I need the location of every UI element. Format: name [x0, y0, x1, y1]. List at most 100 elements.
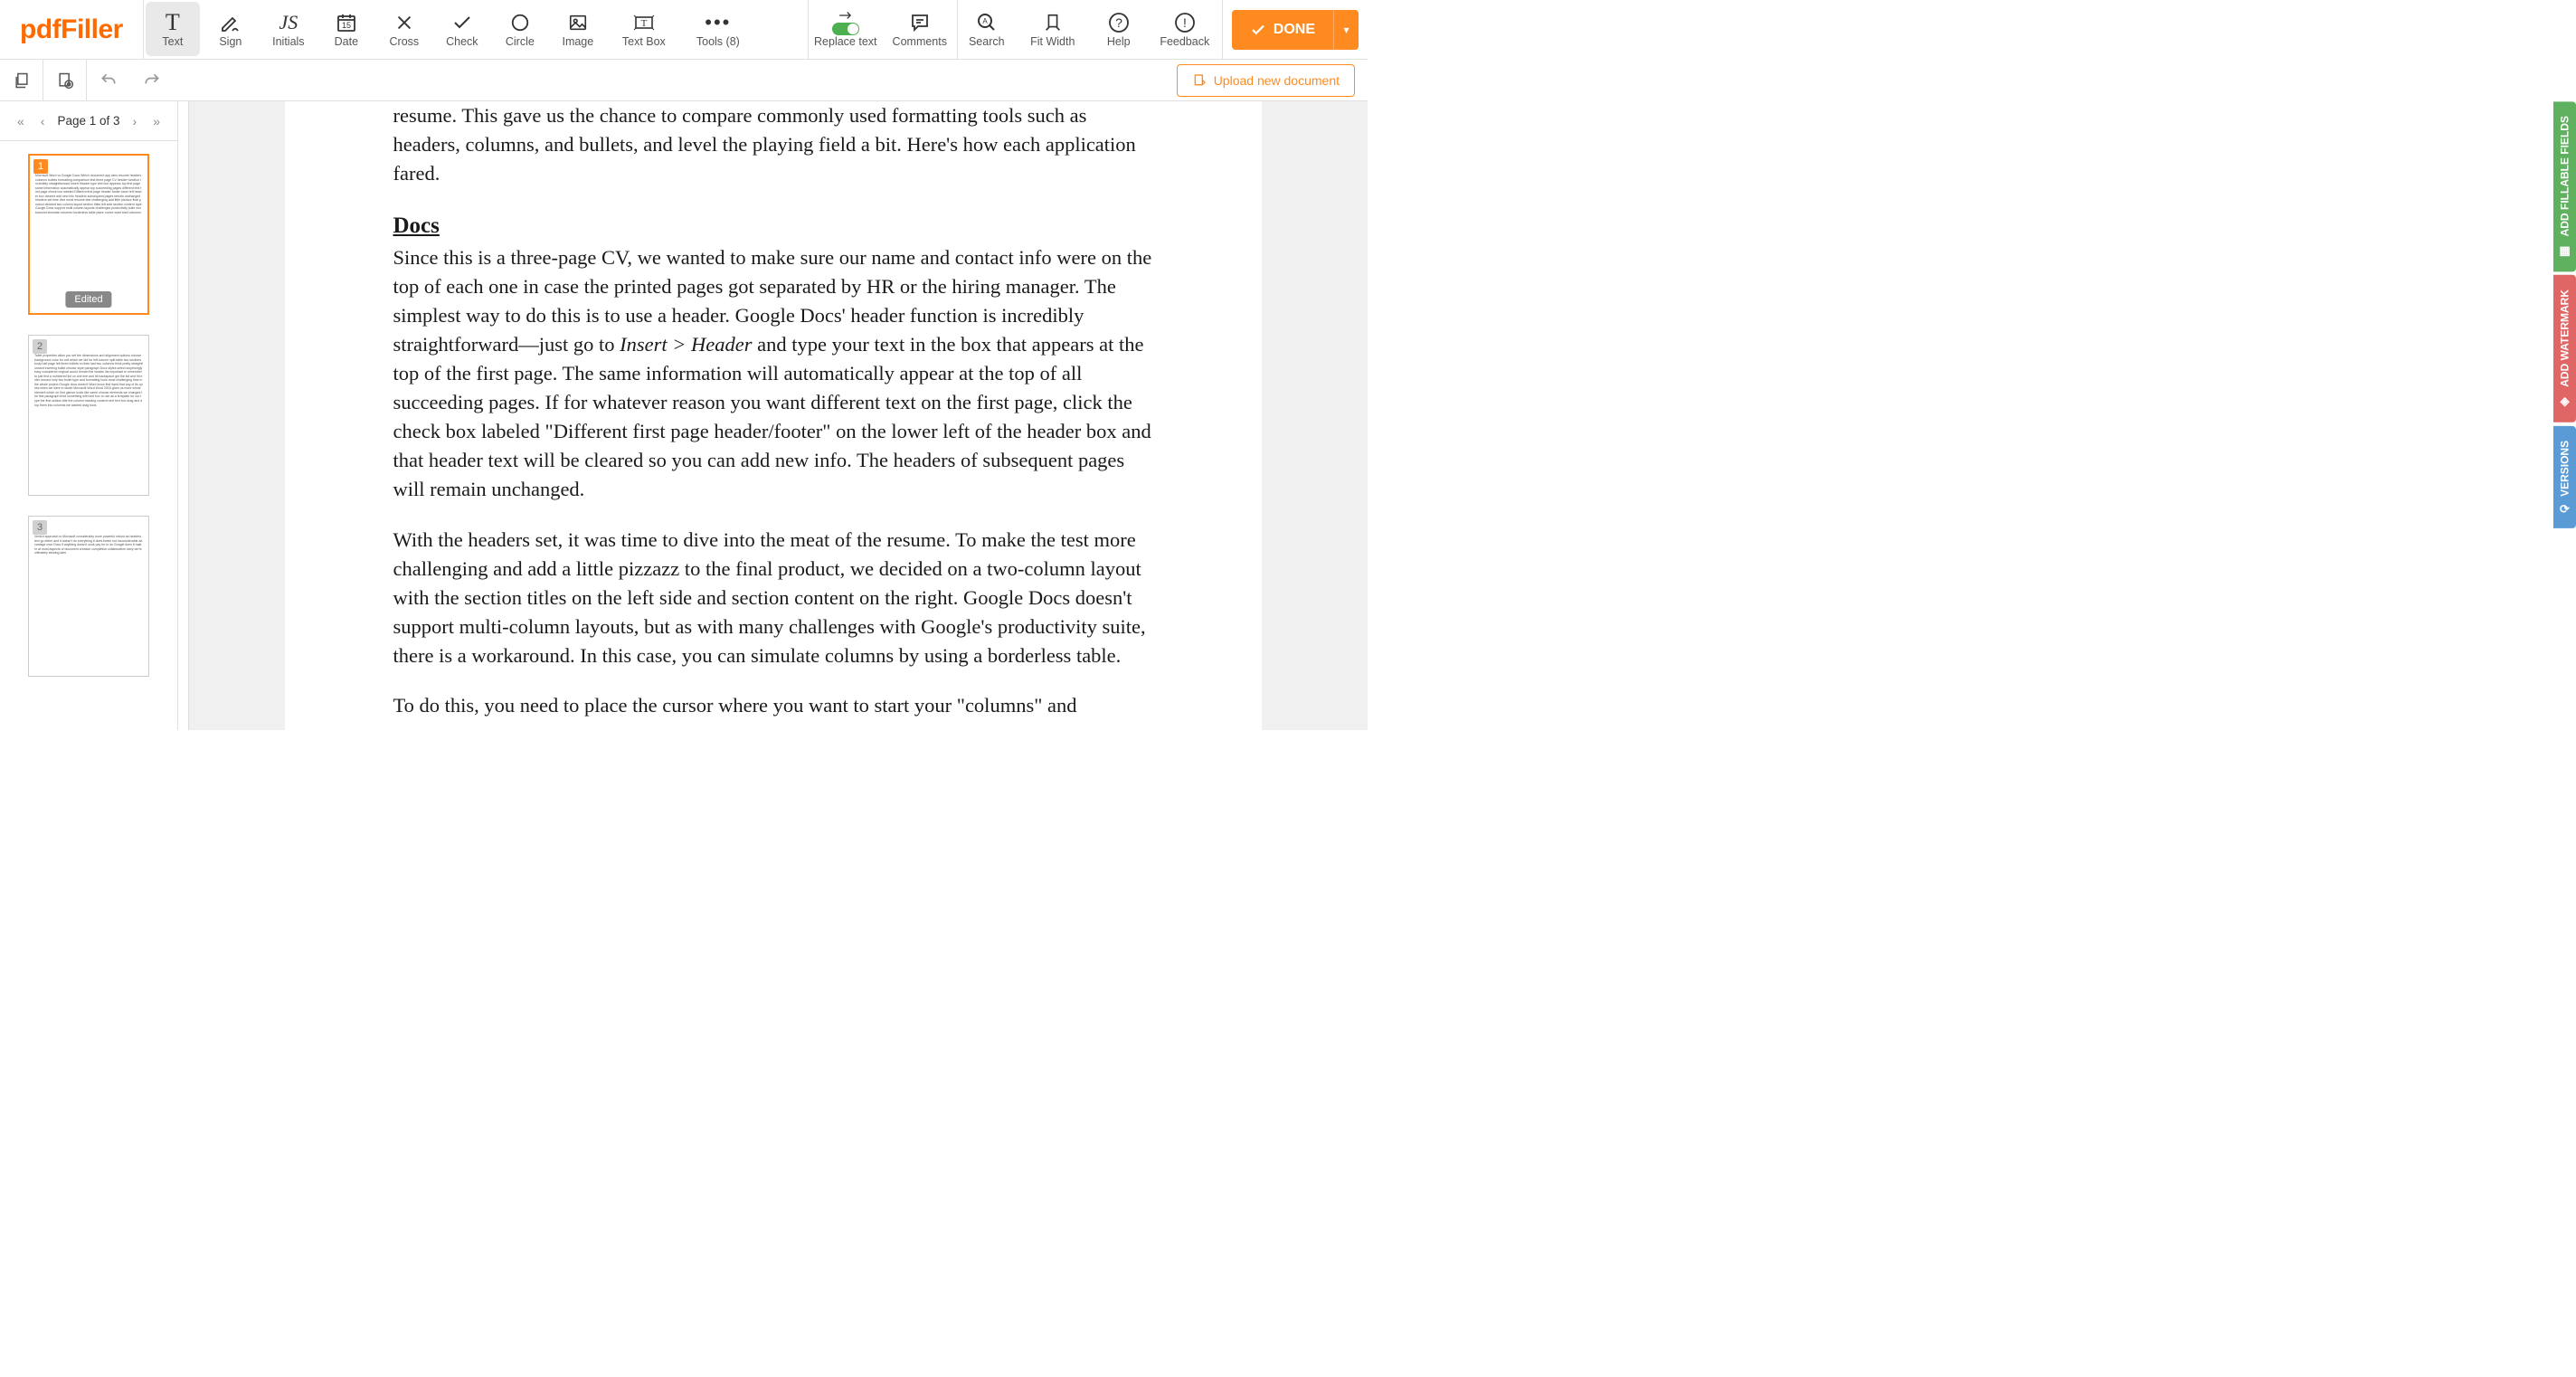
sign-label: Sign	[219, 35, 242, 48]
paragraph: With the headers set, it was time to div…	[393, 526, 1153, 670]
toggle-icon	[832, 10, 859, 35]
edited-badge: Edited	[65, 291, 111, 308]
watermark-icon: ◈	[2558, 394, 2571, 408]
chevron-down-icon: ▾	[1343, 24, 1349, 36]
initials-tool[interactable]: JS Initials	[260, 0, 317, 58]
thumb-number: 2	[33, 339, 47, 354]
page-navigator: « ‹ Page 1 of 3 › »	[0, 101, 177, 141]
document-page[interactable]: resume. This gave us the chance to compa…	[285, 101, 1262, 730]
right-tools-2: A Search Fit Width ? Help ! Feedback	[957, 0, 1222, 59]
logo: pdfFiller	[0, 14, 143, 45]
cross-icon	[394, 10, 414, 35]
page-sidebar: « ‹ Page 1 of 3 › » 1 Microsoft Word vs …	[0, 101, 178, 730]
page-thumbnail-2[interactable]: 2 Table properties allow you set the dim…	[28, 335, 149, 496]
redo-icon	[143, 71, 161, 90]
fit-icon	[1043, 10, 1063, 35]
textbox-tool[interactable]: T Text Box	[607, 0, 681, 58]
paragraph: To do this, you need to place the cursor…	[393, 691, 1153, 720]
image-label: Image	[562, 35, 593, 48]
right-tools-1: Replace text Comments	[808, 0, 957, 59]
date-icon: 15	[336, 10, 357, 35]
image-tool[interactable]: Image	[549, 0, 607, 58]
comments-label: Comments	[893, 35, 947, 48]
thumb-preview: Table properties allow you set the dimen…	[34, 354, 143, 407]
textbox-icon: T	[633, 10, 655, 35]
add-fillable-fields-tab[interactable]: ▦ ADD FILLABLE FIELDS	[2553, 101, 2576, 271]
first-page-button[interactable]: «	[14, 110, 28, 132]
circle-label: Circle	[506, 35, 535, 48]
versions-label: VERSIONS	[2559, 441, 2571, 497]
done-label: DONE	[1274, 22, 1315, 38]
text-label: Text	[162, 35, 183, 48]
feedback-icon: !	[1174, 10, 1196, 35]
thumb-preview: Microsoft Word vs Google Docs Which docu…	[35, 174, 142, 214]
thumb-number: 1	[33, 159, 48, 174]
right-side-tabs: ▦ ADD FILLABLE FIELDS ◈ ADD WATERMARK ⟳ …	[2553, 101, 2576, 532]
next-page-button[interactable]: ›	[129, 110, 141, 132]
help-label: Help	[1107, 35, 1131, 48]
page-settings[interactable]	[43, 60, 87, 101]
textbox-label: Text Box	[622, 35, 666, 48]
replace-label: Replace text	[814, 35, 876, 48]
page-gear-icon	[56, 71, 74, 90]
main-toolbar: pdfFiller T Text Sign JS Initials 15 Dat…	[0, 0, 1368, 60]
fit-label: Fit Width	[1030, 35, 1075, 48]
edit-tools-group: T Text Sign JS Initials 15 Date Cross	[143, 0, 755, 59]
redo-button[interactable]	[130, 60, 174, 101]
text-tool[interactable]: T Text	[146, 2, 200, 56]
page-thumbnail-3[interactable]: 3 Verdict approach to Microsoft consider…	[28, 516, 149, 677]
search-tool[interactable]: A Search	[958, 0, 1016, 58]
date-tool[interactable]: 15 Date	[317, 0, 375, 58]
done-group: DONE ▾	[1222, 0, 1368, 59]
sub-left	[0, 60, 174, 100]
dots-icon: •••	[705, 10, 731, 35]
section-heading: Docs	[393, 210, 1153, 242]
thumb-number: 3	[33, 520, 47, 535]
svg-text:A: A	[982, 17, 988, 25]
last-page-button[interactable]: »	[149, 110, 164, 132]
svg-text:15: 15	[342, 21, 351, 30]
sign-tool[interactable]: Sign	[202, 0, 260, 58]
circle-icon	[510, 10, 530, 35]
add-watermark-tab[interactable]: ◈ ADD WATERMARK	[2553, 275, 2576, 423]
date-label: Date	[335, 35, 358, 48]
tools-label: Tools (8)	[696, 35, 740, 48]
feedback-tool[interactable]: ! Feedback	[1148, 0, 1222, 58]
check-tool[interactable]: Check	[433, 0, 491, 58]
circle-tool[interactable]: Circle	[491, 0, 549, 58]
versions-tab[interactable]: ⟳ VERSIONS	[2553, 426, 2576, 528]
replace-text-tool[interactable]: Replace text	[809, 0, 883, 58]
done-dropdown[interactable]: ▾	[1333, 10, 1359, 50]
sign-icon	[220, 10, 242, 35]
upload-document-button[interactable]: Upload new document	[1177, 64, 1355, 97]
initials-label: Initials	[272, 35, 304, 48]
prev-page-button[interactable]: ‹	[37, 110, 49, 132]
check-label: Check	[446, 35, 478, 48]
more-tools[interactable]: ••• Tools (8)	[681, 0, 755, 58]
upload-icon	[1192, 73, 1207, 88]
fit-width-tool[interactable]: Fit Width	[1016, 0, 1090, 58]
check-icon	[451, 10, 473, 35]
watermark-label: ADD WATERMARK	[2559, 290, 2571, 387]
form-icon: ▦	[2558, 243, 2571, 257]
done-button[interactable]: DONE	[1232, 10, 1333, 50]
main-area: « ‹ Page 1 of 3 › » 1 Microsoft Word vs …	[0, 101, 1368, 730]
fillable-label: ADD FILLABLE FIELDS	[2559, 116, 2571, 236]
search-label: Search	[969, 35, 1005, 48]
svg-text:?: ?	[1115, 15, 1122, 30]
sub-toolbar: Upload new document	[0, 60, 1368, 101]
document-canvas[interactable]: resume. This gave us the chance to compa…	[178, 101, 1368, 730]
cross-tool[interactable]: Cross	[375, 0, 433, 58]
search-icon: A	[976, 10, 998, 35]
undo-button[interactable]	[87, 60, 130, 101]
clock-icon: ⟳	[2560, 502, 2570, 516]
pages-panel-toggle[interactable]	[0, 60, 43, 101]
help-tool[interactable]: ? Help	[1090, 0, 1148, 58]
comments-tool[interactable]: Comments	[883, 0, 957, 58]
page-thumbnail-1[interactable]: 1 Microsoft Word vs Google Docs Which do…	[28, 154, 149, 315]
pages-icon	[13, 71, 31, 90]
page-edge	[178, 101, 189, 730]
feedback-label: Feedback	[1160, 35, 1209, 48]
initials-icon: JS	[279, 10, 298, 35]
paragraph: resume. This gave us the chance to compa…	[393, 101, 1153, 188]
